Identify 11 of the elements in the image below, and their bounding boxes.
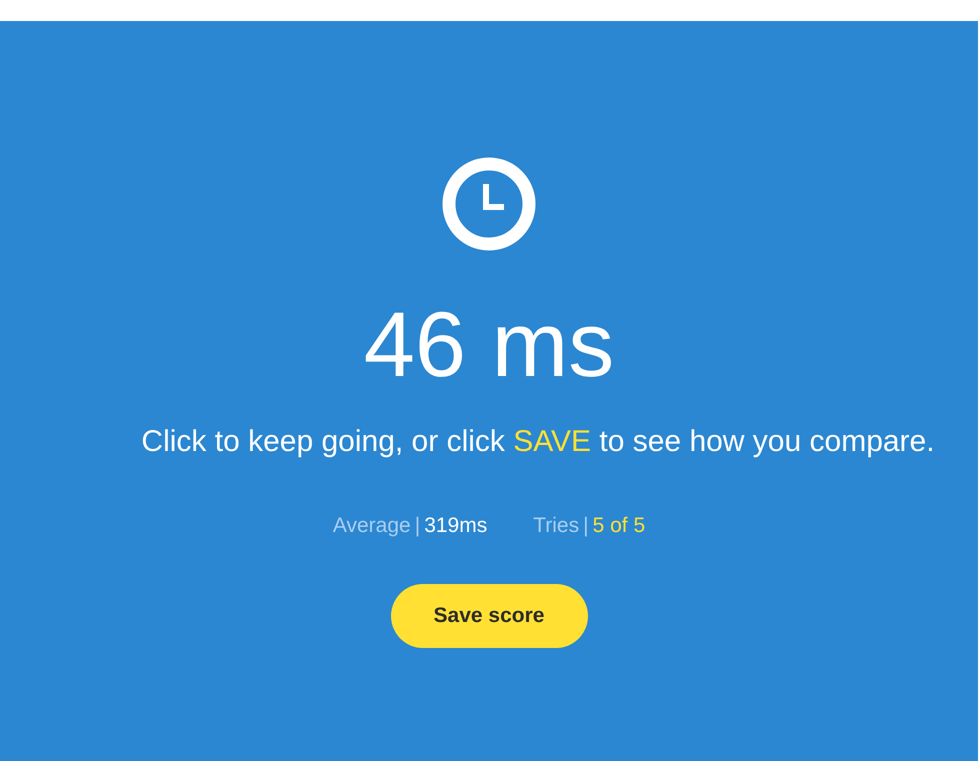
stat-value: 319ms bbox=[424, 515, 488, 536]
stat-separator: | bbox=[583, 515, 589, 536]
main-panel[interactable]: 46 ms Click to keep going, or click SAVE to see how you compare. Average | 319ms Tries | 5 of 5 Save score bbox=[0, 21, 978, 761]
instruction-text: Click to keep going, or click SAVE to see how you compare. bbox=[141, 427, 935, 457]
stat-value: 5 of 5 bbox=[592, 515, 646, 536]
clock-icon bbox=[442, 157, 536, 251]
reaction-time: 46 ms bbox=[364, 299, 614, 391]
save-score-button[interactable]: Save score bbox=[390, 584, 588, 648]
stat-label: Average bbox=[332, 515, 411, 536]
stat-separator: | bbox=[414, 515, 420, 536]
stat-label: Tries bbox=[533, 515, 580, 536]
